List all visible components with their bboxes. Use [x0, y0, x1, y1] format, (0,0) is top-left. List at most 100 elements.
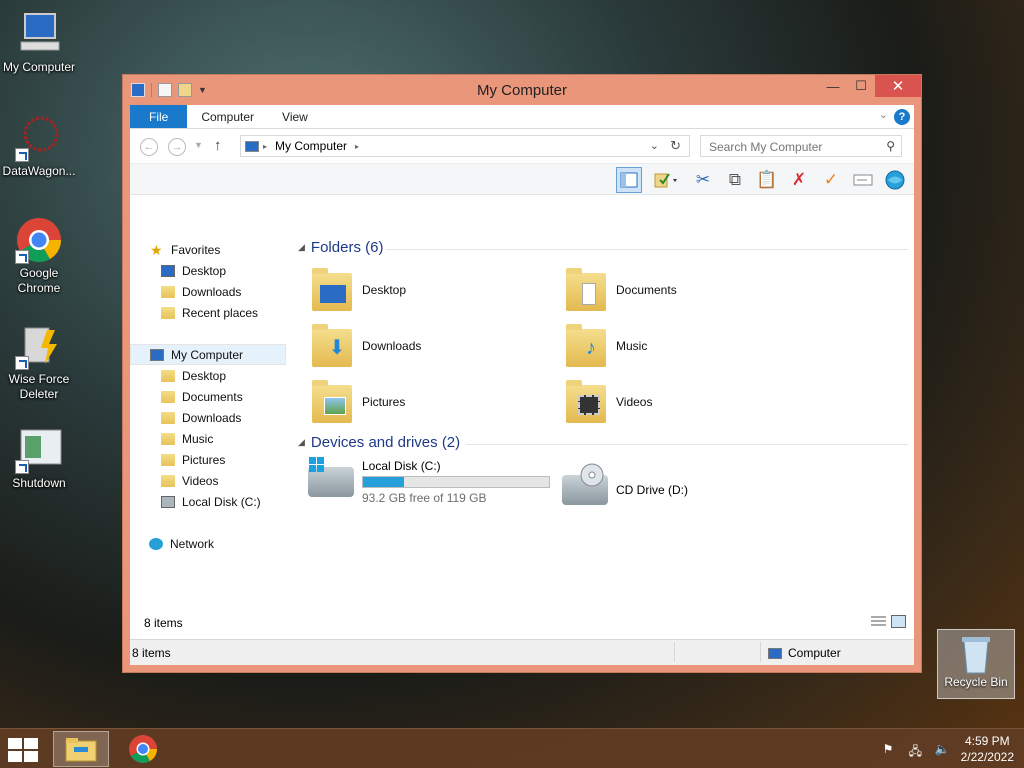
- drive-local-disk-c[interactable]: Local Disk (C:) 93.2 GB free of 119 GB: [308, 457, 550, 505]
- pictures-folder-icon: [310, 379, 354, 425]
- nav-network[interactable]: Network: [130, 533, 290, 554]
- navigation-pane: ★ Favorites Desktop Downloads Recent pla…: [130, 229, 290, 610]
- command-toolbar: ✂ ⧉ 📋 ✗ ✓: [130, 163, 914, 195]
- folder-documents[interactable]: Documents: [564, 263, 804, 317]
- up-button[interactable]: ↑: [214, 137, 222, 154]
- nav-item-desktop[interactable]: Desktop: [130, 260, 290, 281]
- folder-desktop[interactable]: Desktop: [310, 263, 550, 317]
- downloads-folder-icon: [161, 285, 175, 298]
- desktop-icon-chrome[interactable]: Google Chrome: [1, 216, 77, 296]
- desktop-icon-recycle-bin[interactable]: Recycle Bin: [937, 629, 1015, 699]
- cut-icon[interactable]: ✂: [690, 167, 716, 193]
- folders-group-header[interactable]: ◢ Folders (6): [298, 239, 383, 256]
- divider: [760, 642, 761, 662]
- devices-group-header[interactable]: ◢ Devices and drives (2): [298, 434, 460, 451]
- action-center-flag-icon[interactable]: ⚑: [883, 742, 897, 756]
- drive-usage-fill: [363, 477, 404, 487]
- documents-folder-icon: [564, 267, 608, 313]
- back-button[interactable]: ←: [140, 138, 158, 156]
- folder-pictures[interactable]: Pictures: [310, 375, 550, 429]
- paste-icon[interactable]: 📋: [754, 167, 780, 193]
- nav-label: Favorites: [171, 242, 221, 257]
- nav-label: Documents: [182, 389, 243, 404]
- recent-locations-icon[interactable]: ▼: [194, 140, 203, 150]
- window-client: File Computer View ⌄ ? ← → ▼ ↑ ▸ My Comp…: [130, 105, 914, 665]
- nav-item-downloads[interactable]: Downloads: [130, 407, 290, 428]
- address-bar-row: ← → ▼ ↑ ▸ My Computer ▸ ⌄ ↻ Search My Co…: [130, 129, 914, 163]
- status-location: Computer: [768, 646, 841, 660]
- title-bar[interactable]: ▼ My Computer — ☐ ✕: [123, 75, 921, 105]
- recent-places-icon: [161, 306, 175, 319]
- nav-item-downloads[interactable]: Downloads: [130, 281, 290, 302]
- nav-label: Pictures: [182, 452, 226, 467]
- ribbon-tabs: File Computer View ⌄ ?: [130, 105, 914, 129]
- forward-button[interactable]: →: [168, 138, 186, 156]
- tab-file[interactable]: File: [130, 105, 188, 128]
- close-button[interactable]: ✕: [875, 75, 921, 97]
- start-button[interactable]: [8, 738, 38, 762]
- nav-label: Local Disk (C:): [182, 494, 261, 509]
- tab-computer[interactable]: Computer: [187, 105, 268, 128]
- volume-muted-icon[interactable]: 🔈: [935, 742, 950, 756]
- recycle-bin-icon: [958, 633, 994, 675]
- folder-videos[interactable]: Videos: [564, 375, 804, 429]
- address-dropdown-icon[interactable]: ⌄: [650, 139, 659, 152]
- nav-item-recent-places[interactable]: Recent places: [130, 302, 290, 323]
- expand-ribbon-icon[interactable]: ⌄: [879, 108, 888, 121]
- nav-favorites[interactable]: ★ Favorites: [130, 239, 290, 260]
- shortcut-arrow-icon: [15, 460, 29, 474]
- taskbar-file-explorer[interactable]: [53, 731, 109, 767]
- nav-item-desktop[interactable]: Desktop: [130, 365, 290, 386]
- accept-icon[interactable]: ✓: [818, 167, 844, 193]
- nav-item-local-disk[interactable]: Local Disk (C:): [130, 491, 290, 512]
- network-icon: [149, 537, 163, 550]
- network-globe-icon[interactable]: [882, 167, 908, 193]
- nav-item-documents[interactable]: Documents: [130, 386, 290, 407]
- nav-item-music[interactable]: Music: [130, 428, 290, 449]
- documents-folder-icon: [161, 390, 175, 403]
- refresh-icon[interactable]: ↻: [670, 138, 681, 154]
- downloads-folder-icon: [161, 411, 175, 424]
- search-placeholder: Search My Computer: [709, 140, 823, 154]
- clock[interactable]: 4:59 PM 2/22/2022: [961, 733, 1014, 765]
- network-status-icon[interactable]: 🖧: [909, 742, 923, 758]
- search-input[interactable]: Search My Computer ⚲: [700, 135, 902, 157]
- copy-icon[interactable]: ⧉: [722, 167, 748, 193]
- address-field[interactable]: ▸ My Computer ▸ ⌄ ↻: [240, 135, 690, 157]
- file-explorer-icon: [65, 738, 97, 762]
- folder-name: Desktop: [362, 283, 407, 297]
- nav-item-pictures[interactable]: Pictures: [130, 449, 290, 470]
- star-icon: ★: [150, 241, 163, 258]
- shortcut-arrow-icon: [15, 356, 29, 370]
- nav-item-videos[interactable]: Videos: [130, 470, 290, 491]
- drive-cd-d[interactable]: CD Drive (D:): [562, 463, 688, 505]
- select-icon[interactable]: [648, 167, 684, 193]
- status-item-count: 8 items: [132, 646, 171, 660]
- large-icons-view-icon[interactable]: [891, 615, 906, 628]
- hard-drive-icon: [308, 457, 354, 497]
- taskbar-chrome[interactable]: [115, 731, 171, 767]
- clock-time: 4:59 PM: [964, 734, 1010, 748]
- folder-music[interactable]: ♪ Music: [564, 319, 804, 373]
- desktop-icon-wise-force-deleter[interactable]: Wise Force Deleter: [1, 322, 77, 402]
- desktop-icon-my-computer[interactable]: My Computer: [1, 10, 77, 75]
- chrome-icon: [129, 735, 157, 763]
- desktop-icon-shutdown[interactable]: Shutdown: [1, 426, 77, 491]
- tab-view[interactable]: View: [268, 105, 322, 128]
- nav-label: Desktop: [182, 368, 227, 383]
- minimize-button[interactable]: —: [819, 75, 847, 97]
- group-title: Devices and drives (2): [310, 434, 461, 451]
- help-icon[interactable]: ?: [894, 109, 910, 125]
- nav-my-computer[interactable]: My Computer: [130, 344, 286, 365]
- details-view-icon[interactable]: [871, 615, 886, 628]
- maximize-button[interactable]: ☐: [847, 75, 875, 97]
- rename-icon[interactable]: [850, 167, 876, 193]
- cd-drive-icon: [562, 463, 608, 505]
- shutdown-icon: [15, 426, 63, 474]
- delete-icon[interactable]: ✗: [786, 167, 812, 193]
- navigation-pane-icon[interactable]: [616, 167, 642, 193]
- desktop-icon-datawagon[interactable]: DataWagon...: [1, 114, 77, 179]
- folder-downloads[interactable]: ⬇ Downloads: [310, 319, 550, 373]
- status-bar: 8 items Computer: [130, 639, 914, 665]
- desktop-icon: [161, 264, 175, 277]
